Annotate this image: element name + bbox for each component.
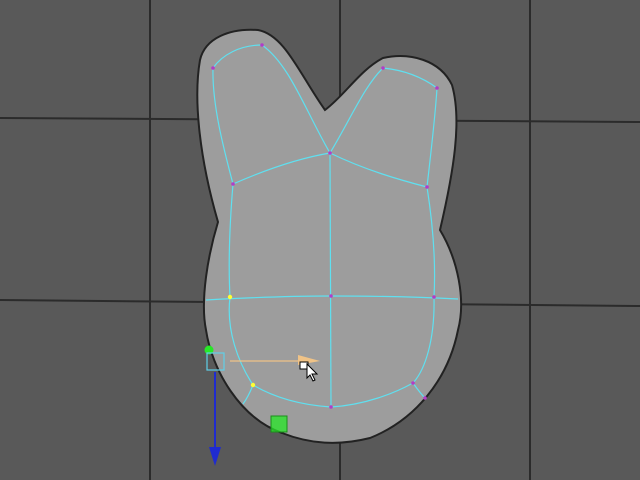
plane-handle[interactable] xyxy=(270,415,288,433)
mesh-vertex[interactable] xyxy=(329,405,333,409)
mesh-vertex[interactable] xyxy=(211,66,215,70)
selected-vertex[interactable] xyxy=(250,382,256,388)
viewport-canvas[interactable] xyxy=(0,0,640,480)
mesh-vertex[interactable] xyxy=(411,381,415,385)
mesh-vertex[interactable] xyxy=(329,294,333,298)
mesh-vertex[interactable] xyxy=(328,151,332,155)
mesh-vertex[interactable] xyxy=(425,185,429,189)
viewport-3d[interactable] xyxy=(0,0,640,480)
mesh-surface[interactable] xyxy=(196,28,463,444)
mesh-vertex[interactable] xyxy=(435,86,439,90)
selected-vertex[interactable] xyxy=(227,294,233,300)
y-axis-arrow[interactable] xyxy=(209,447,221,466)
mesh-vertex[interactable] xyxy=(423,396,427,400)
mesh-object[interactable] xyxy=(196,28,463,444)
mesh-vertex[interactable] xyxy=(260,43,264,47)
mesh-vertex[interactable] xyxy=(231,182,235,186)
mesh-vertex[interactable] xyxy=(432,295,436,299)
mesh-vertex[interactable] xyxy=(381,66,385,70)
